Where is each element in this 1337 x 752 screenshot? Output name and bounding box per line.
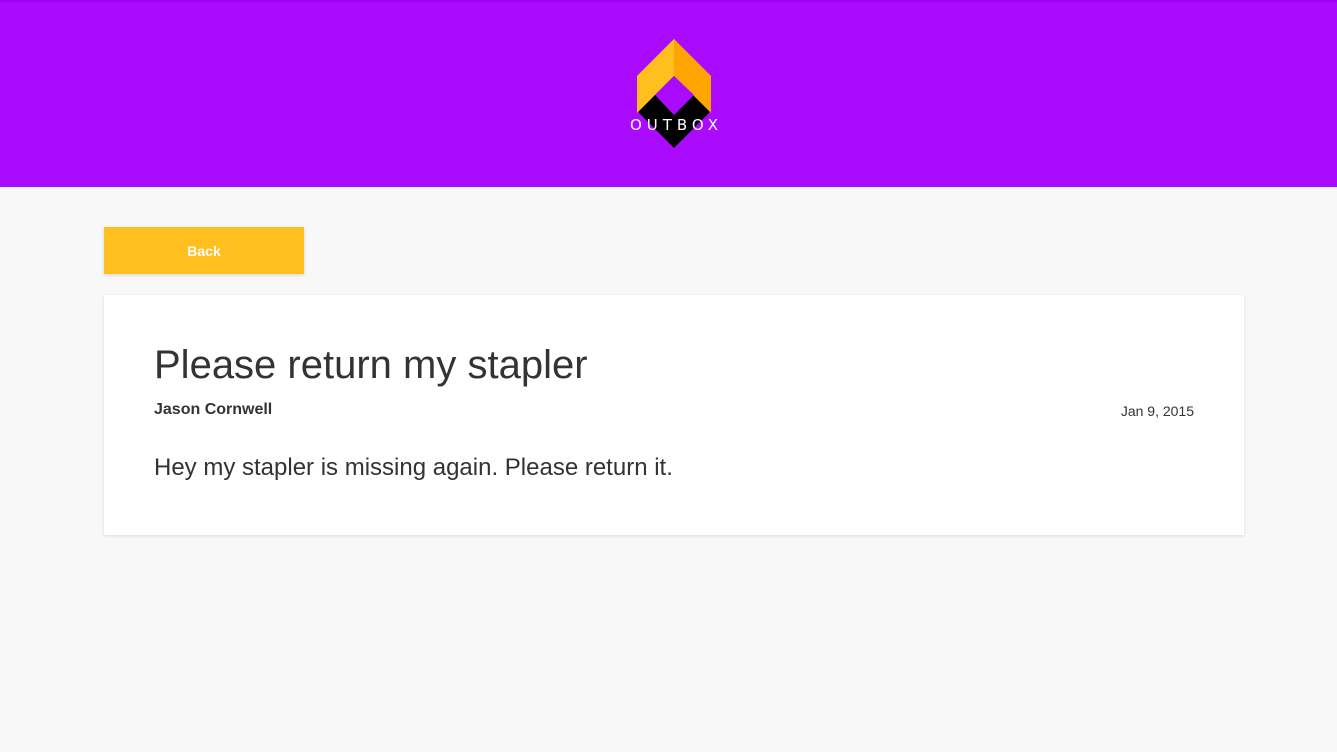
app-header: OUTBOX bbox=[0, 0, 1337, 187]
message-date: Jan 9, 2015 bbox=[1120, 403, 1194, 419]
message-author: Jason Cornwell bbox=[154, 401, 273, 418]
outbox-logo: OUTBOX bbox=[615, 36, 733, 152]
message-card: Please return my stapler Jason Cornwell … bbox=[104, 295, 1244, 535]
message-body: Hey my stapler is missing again. Please … bbox=[154, 454, 673, 481]
outbox-logo-icon bbox=[637, 39, 711, 148]
message-title: Please return my stapler bbox=[154, 343, 588, 387]
logo-wordmark: OUTBOX bbox=[629, 116, 724, 134]
back-button[interactable]: Back bbox=[104, 227, 304, 274]
